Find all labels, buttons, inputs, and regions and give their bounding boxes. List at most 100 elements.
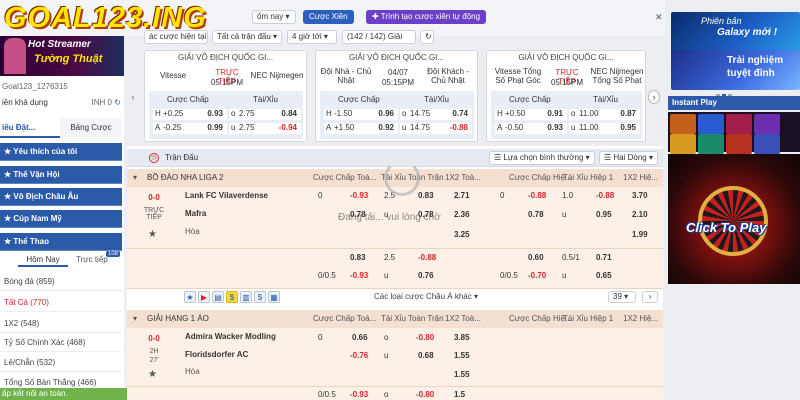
favorite-star-icon[interactable]: ★ [148, 369, 157, 380]
sort-select[interactable]: ☰ Lựa chọn bình thường ▾ [489, 151, 595, 165]
game-thumb[interactable] [726, 114, 752, 134]
sidebar-sports[interactable]: ★ Thể Thao [0, 233, 122, 251]
alt-hcap-away-odds[interactable]: -0.93 [350, 271, 368, 280]
alt-over-odds[interactable]: -0.80 [416, 390, 434, 399]
alt-hcap-odds[interactable]: -0.93 [350, 390, 368, 399]
ht-home-1x2[interactable]: 3.70 [632, 191, 648, 200]
alt-ht-under-odds[interactable]: 0.65 [596, 271, 612, 280]
game-thumb[interactable] [670, 134, 696, 154]
more-markets-count[interactable]: 39 ▾ [608, 291, 636, 303]
card-hcap-away[interactable]: A -0.50 0.93 [495, 123, 567, 134]
chevron-right-icon[interactable]: › [642, 291, 658, 303]
card-hcap-home[interactable]: H -1.50 0.96 [324, 109, 398, 120]
collapse-icon[interactable]: ▾ [133, 169, 137, 187]
game-thumb[interactable] [754, 114, 780, 134]
card-hcap-home[interactable]: H +0.50 0.91 [495, 109, 567, 120]
experience-banner[interactable]: Trải nghiệm tuyệt đỉnh [671, 50, 800, 90]
ht-over-odds[interactable]: -0.88 [596, 191, 614, 200]
ht-hcap-away-odds[interactable]: 0.78 [528, 210, 544, 219]
away-1x2[interactable]: 1.55 [454, 351, 470, 360]
odds-price: 0.87 [620, 109, 636, 118]
odds-price: 0.99 [207, 123, 223, 132]
card-under[interactable]: u 14.75 -0.88 [400, 123, 472, 134]
auto-combo-button[interactable]: ✚ Trình tạo cược xiên tự động [366, 10, 487, 24]
match-card[interactable]: GIẢI VÔ ĐỊCH QUỐC GI... Vitesse Tổng Số … [486, 50, 646, 142]
card-over[interactable]: o 11.00 0.87 [569, 109, 640, 120]
sidebar-item-1x2[interactable]: 1X2 (548) [0, 315, 122, 333]
alt-ht-over-odds[interactable]: 0.71 [596, 253, 612, 262]
ht-under-odds[interactable]: 0.95 [596, 210, 612, 219]
live-stream-icon[interactable]: ▶ [198, 291, 210, 303]
game-thumb[interactable] [726, 134, 752, 154]
tab-bet-slip[interactable]: iếu Đặt... [0, 118, 60, 138]
collapse-icon[interactable]: ▾ [133, 310, 137, 328]
sidebar-item-football[interactable]: Bóng đá (859) [0, 273, 122, 291]
carousel-prev-icon[interactable]: ‹ [128, 92, 138, 104]
away-1x2[interactable]: 2.36 [454, 210, 470, 219]
star-icon[interactable]: ★ [184, 291, 196, 303]
refresh-icon[interactable]: ↻ [420, 30, 434, 44]
banner-dots [716, 90, 746, 97]
sidebar-item-correct-score[interactable]: Tỷ Số Chính Xác (468) [0, 334, 122, 352]
roulette-banner[interactable]: Click To Play [668, 154, 800, 284]
hcap-home-odds[interactable]: -0.93 [350, 191, 368, 200]
draw-1x2[interactable]: 1.55 [454, 370, 470, 379]
sidebar-copa[interactable]: ★ Cúp Nam Mỹ [0, 210, 122, 228]
chart-icon[interactable]: ▥ [240, 291, 252, 303]
tab-today[interactable]: Hôm Nay [18, 253, 68, 267]
stats-icon[interactable]: ▤ [212, 291, 224, 303]
odds-side: A [497, 123, 503, 132]
home-1x2[interactable]: 2.71 [454, 191, 470, 200]
home-1x2[interactable]: 3.85 [454, 333, 470, 342]
card-under[interactable]: u 11.00 0.95 [569, 123, 640, 134]
alt-over-odds[interactable]: -0.88 [418, 253, 436, 262]
hcap-home-odds[interactable]: 0.66 [352, 333, 368, 342]
game-thumb[interactable] [698, 134, 724, 154]
tab-bet-list[interactable]: Bảng Cược [60, 118, 122, 138]
refresh-balance-icon[interactable]: ↻ [114, 96, 121, 110]
more-bets-link[interactable]: Các loại cược Châu Á khác ▾ [374, 292, 478, 301]
ht-away-1x2[interactable]: 2.10 [632, 210, 648, 219]
game-thumb[interactable] [754, 134, 780, 154]
favorite-star-icon[interactable]: ★ [148, 229, 157, 240]
ht-hcap-home-odds[interactable]: -0.88 [528, 191, 546, 200]
sidebar-item-all[interactable]: Tất Cả (770) [0, 294, 122, 312]
league-count[interactable]: (142 / 142) Giải [342, 30, 416, 44]
close-icon[interactable]: ✕ [655, 12, 663, 23]
time-select[interactable]: 4 giờ tới ▾ [287, 30, 337, 44]
card-over[interactable]: o 14.75 0.74 [400, 109, 472, 120]
col-1x2-ht: 1X2 Hiệ... [623, 314, 659, 323]
alt-under-odds[interactable]: 0.76 [418, 271, 434, 280]
draw-1x2[interactable]: 3.25 [454, 230, 470, 239]
sidebar-olympics[interactable]: ★ Thế Vận Hội [0, 166, 122, 184]
card-hcap-away[interactable]: A +1.50 0.92 [324, 123, 398, 134]
sidebar-euro[interactable]: ★ Vô Địch Châu Âu [0, 188, 122, 206]
card-over[interactable]: o 2.75 0.84 [229, 109, 301, 120]
dollar-icon[interactable]: $ [254, 291, 266, 303]
cashout-icon[interactable]: $ [226, 291, 238, 303]
view-select[interactable]: ☰ Hai Dòng ▾ [599, 151, 659, 165]
hot-streamer-banner[interactable]: Hot Streamer Tường Thuật [0, 36, 124, 76]
game-thumb[interactable] [670, 114, 696, 134]
card-hcap-away[interactable]: A -0.25 0.99 [153, 123, 227, 134]
sidebar-item-odd-even[interactable]: Lẻ/Chẵn (532) [0, 354, 122, 372]
under-odds[interactable]: 0.68 [418, 351, 434, 360]
over-odds[interactable]: -0.80 [416, 333, 434, 342]
carousel-next-icon[interactable]: › [648, 90, 660, 104]
ht-draw-1x2[interactable]: 1.99 [632, 230, 648, 239]
card-under[interactable]: u 2.75 -0.94 [229, 123, 301, 134]
combo-bet-button[interactable]: Cược Xiên [303, 10, 354, 24]
card-hcap-home[interactable]: H +0.25 0.93 [153, 109, 227, 120]
info-icon[interactable]: ▦ [268, 291, 280, 303]
alt-1x2[interactable]: 1.5 [454, 390, 465, 399]
game-thumb[interactable] [698, 114, 724, 134]
alt-ht-hcap-odds[interactable]: 0.60 [528, 253, 544, 262]
match-card[interactable]: GIẢI VÔ ĐỊCH QUỐC GI... Đội Nhà - Chủ Nh… [315, 50, 478, 142]
over-odds[interactable]: 0.83 [418, 191, 434, 200]
alt-hcap-odds[interactable]: 0.83 [350, 253, 366, 262]
alt-ht-hcap-away-odds[interactable]: -0.70 [528, 271, 546, 280]
match-card[interactable]: GIẢI VÔ ĐỊCH QUỐC GI... Vitesse TRỰC TIẾ… [144, 50, 307, 142]
hcap-away-odds[interactable]: -0.76 [350, 351, 368, 360]
league-header[interactable]: ▾ GIẢI HẠNG 1 ÁO Cược Chấp Toà... Tài Xỉ… [127, 310, 663, 328]
sidebar-favorites[interactable]: ★ Yêu thích của tôi [0, 143, 122, 161]
